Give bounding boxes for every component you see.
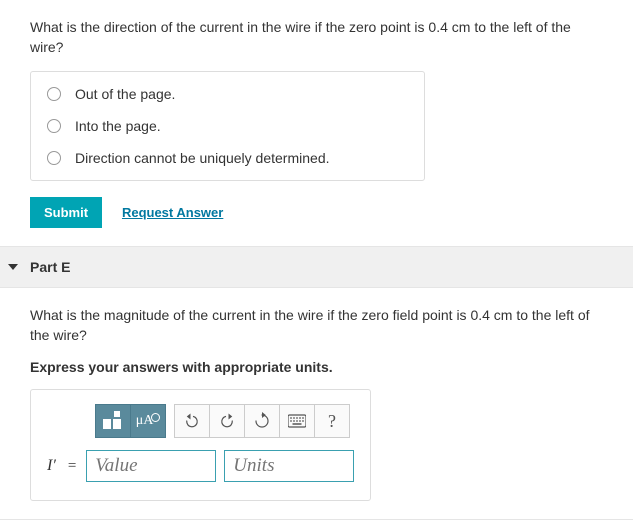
- option-label: Out of the page.: [75, 86, 175, 102]
- mu-angstrom-icon: μA: [136, 413, 161, 429]
- answer-toolbar: μA ?: [95, 404, 354, 438]
- question-text: What is the magnitude of the current in …: [30, 306, 603, 345]
- redo-icon: [218, 412, 236, 430]
- question-text: What is the direction of the current in …: [30, 18, 603, 57]
- redo-button[interactable]: [209, 404, 245, 438]
- request-answer-link[interactable]: Request Answer: [122, 205, 223, 220]
- option-label: Direction cannot be uniquely determined.: [75, 150, 330, 166]
- radio-icon[interactable]: [47, 119, 61, 133]
- answer-input-row: I′ =: [47, 450, 354, 482]
- option-cannot-determine[interactable]: Direction cannot be uniquely determined.: [31, 142, 424, 174]
- option-out-of-page[interactable]: Out of the page.: [31, 78, 424, 110]
- variable-label: I′: [47, 457, 56, 475]
- keyboard-button[interactable]: [279, 404, 315, 438]
- undo-icon: [183, 412, 201, 430]
- question-part-e: What is the magnitude of the current in …: [0, 288, 633, 520]
- help-button[interactable]: ?: [314, 404, 350, 438]
- equals-label: =: [68, 458, 76, 475]
- value-input[interactable]: [86, 450, 216, 482]
- undo-button[interactable]: [174, 404, 210, 438]
- refresh-icon: [253, 412, 271, 430]
- option-label: Into the page.: [75, 118, 161, 134]
- submit-button[interactable]: Submit: [30, 197, 102, 228]
- templates-icon: [103, 411, 123, 431]
- question-part-d: What is the direction of the current in …: [0, 0, 633, 247]
- action-row: Submit Request Answer: [30, 197, 603, 228]
- units-input[interactable]: [224, 450, 354, 482]
- part-e-header[interactable]: Part E: [0, 247, 633, 288]
- units-symbol-button[interactable]: μA: [130, 404, 166, 438]
- reset-button[interactable]: [244, 404, 280, 438]
- radio-icon[interactable]: [47, 87, 61, 101]
- keyboard-icon: [288, 412, 306, 430]
- radio-option-group: Out of the page. Into the page. Directio…: [30, 71, 425, 181]
- part-title: Part E: [30, 259, 70, 275]
- help-icon: ?: [328, 411, 336, 432]
- option-into-page[interactable]: Into the page.: [31, 110, 424, 142]
- caret-down-icon: [8, 264, 18, 270]
- format-templates-button[interactable]: [95, 404, 131, 438]
- radio-icon[interactable]: [47, 151, 61, 165]
- instruction-text: Express your answers with appropriate un…: [30, 359, 603, 375]
- answer-box: μA ?: [30, 389, 371, 501]
